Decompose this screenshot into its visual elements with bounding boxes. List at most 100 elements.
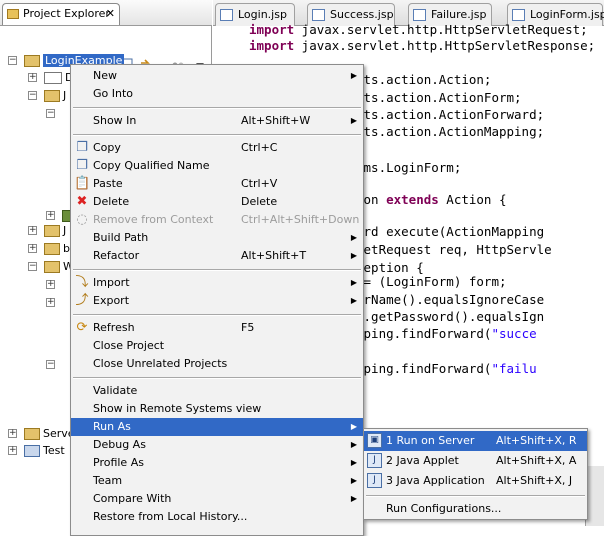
export-icon: ⤴ [75,293,89,308]
menu-item-label: Show in Remote Systems view [93,402,262,415]
menu-item-label: Close Project [93,339,165,352]
menu-item-accelerator: Ctrl+C [241,141,278,154]
collapse-icon[interactable]: − [46,360,55,369]
code-keyword: extends [386,192,439,207]
menu-item-show-in[interactable]: Show In Alt+Shift+W ▶ [71,112,363,130]
expand-icon[interactable]: + [8,446,17,455]
tree-item-label: b [63,242,70,255]
menu-item-label: Build Path [93,231,149,244]
menu-separator [73,107,361,109]
menu-item-accelerator: Ctrl+V [241,177,278,190]
menu-item-export[interactable]: ⤴ Export ▶ [71,292,363,310]
menu-item-accelerator: Alt+Shift+T [241,249,307,262]
submenu-item-3-java-application[interactable]: J 3 Java Application Alt+Shift+X, J [364,471,587,491]
submenu-arrow-icon: ▶ [350,71,357,80]
refresh-icon: ⟳ [76,320,88,335]
menu-item-copy[interactable]: ❐ Copy Ctrl+C [71,139,363,157]
menu-item-close-project[interactable]: Close Project [71,337,363,355]
submenu-item-run-configurations[interactable]: Run Configurations... [364,499,587,519]
submenu-arrow-icon: ▶ [350,233,357,242]
menu-item-show-in-remote-systems-view[interactable]: Show in Remote Systems view [71,400,363,418]
java-project-icon [24,55,40,67]
expand-icon[interactable]: + [46,211,55,220]
code-line: import javax.servlet.http.HttpServletRes… [249,38,595,53]
close-icon[interactable]: ✕ [106,7,115,20]
submenu-arrow-icon: ▶ [350,278,357,287]
submenu-item-1-run-on-server[interactable]: ▣ 1 Run on Server Alt+Shift+X, R [364,431,587,451]
context-menu: New ▶ Go Into Show In Alt+Shift+W ▶ ❐ Copy Ctrl+… [70,64,364,536]
tab-label: Failure.jsp [431,8,487,21]
menu-separator [73,269,361,271]
menu-separator [366,495,585,497]
menu-item-label: Validate [93,384,138,397]
submenu-arrow-icon: ▶ [350,440,357,449]
menu-item-label: Copy [93,141,121,154]
tree-item-label: J [63,89,67,102]
menu-item-label: Export [93,294,130,307]
expand-icon[interactable]: + [28,244,37,253]
menu-item-import[interactable]: ⤵ Import ▶ [71,274,363,292]
menu-item-new[interactable]: New ▶ [71,67,363,85]
expand-icon[interactable]: + [46,298,55,307]
menu-item-validate[interactable]: Validate [71,382,363,400]
explorer-toolbar [0,26,212,72]
code-keyword: import [249,38,295,53]
folder-icon [44,243,60,255]
menu-item-label: Refresh [93,321,135,334]
menu-item-team[interactable]: Team ▶ [71,472,363,490]
collapse-icon[interactable]: − [28,262,37,271]
code-text: javax.servlet.http.HttpServletResponse; [294,38,596,53]
menu-item-refactor[interactable]: Refactor Alt+Shift+T ▶ [71,247,363,265]
submenu-item-2-java-applet[interactable]: J 2 Java Applet Alt+Shift+X, A [364,451,587,471]
submenu-item-accelerator: Alt+Shift+X, A [496,454,577,467]
menu-item-accelerator: Alt+Shift+W [241,114,311,127]
submenu-item-label: 3 Java Application [386,474,485,487]
server-icon: ▣ [367,433,382,448]
menu-item-go-into[interactable]: Go Into [71,85,363,103]
menu-item-restore-from-local-history[interactable]: Restore from Local History... [71,508,363,526]
submenu-arrow-icon: ▶ [350,296,357,305]
tab-project-explorer[interactable]: Project Explorer ✕ [2,3,120,25]
paste-icon: 📋 [74,176,91,191]
menu-item-profile-as[interactable]: Profile As ▶ [71,454,363,472]
submenu-item-accelerator: Alt+Shift+X, R [496,434,577,447]
explorer-tab-bar: Project Explorer ✕ [0,0,212,26]
expand-icon[interactable]: + [8,429,17,438]
remove-context-icon: ◌ [76,212,88,227]
tree-item-label: Test [43,444,65,457]
menu-item-label: Debug As [93,438,146,451]
collapse-icon[interactable]: − [46,109,55,118]
menu-item-label: Remove from Context [93,213,214,226]
submenu-item-accelerator: Alt+Shift+X, J [496,474,573,487]
jsp-file-icon [413,9,426,21]
collapse-icon[interactable]: − [8,56,17,65]
tab-project-explorer-label: Project Explorer [23,7,110,20]
jsp-file-icon [220,9,233,21]
menu-item-debug-as[interactable]: Debug As ▶ [71,436,363,454]
collapse-icon[interactable]: − [28,91,37,100]
java-application-icon: J [367,473,382,488]
submenu-arrow-icon: ▶ [350,116,357,125]
menu-item-run-as[interactable]: Run As ▶ [71,418,363,436]
submenu-arrow-icon: ▶ [350,251,357,260]
menu-item-paste[interactable]: 📋 Paste Ctrl+V [71,175,363,193]
jsp-file-icon [512,9,525,21]
code-line: import javax.servlet.http.HttpServletReq… [249,22,588,37]
menu-separator [73,314,361,316]
menu-item-refresh[interactable]: ⟳ Refresh F5 [71,319,363,337]
menu-item-copy-qualified-name[interactable]: ❐ Copy Qualified Name [71,157,363,175]
delete-icon: ✖ [76,194,88,209]
menu-item-compare-with[interactable]: Compare With ▶ [71,490,363,508]
expand-icon[interactable]: + [28,226,37,235]
menu-item-delete[interactable]: ✖ Delete Delete [71,193,363,211]
menu-item-build-path[interactable]: Build Path ▶ [71,229,363,247]
expand-icon[interactable]: + [28,73,37,82]
submenu-arrow-icon: ▶ [350,458,357,467]
menu-item-close-unrelated-projects[interactable]: Close Unrelated Projects [71,355,363,373]
menu-item-remove-from-context[interactable]: ◌ Remove from Context Ctrl+Alt+Shift+Down [71,211,363,229]
expand-icon[interactable]: + [46,280,55,289]
folder-icon [24,428,40,440]
menu-item-label: Show In [93,114,137,127]
menu-item-label: Profile As [93,456,144,469]
menu-item-label: Paste [93,177,123,190]
